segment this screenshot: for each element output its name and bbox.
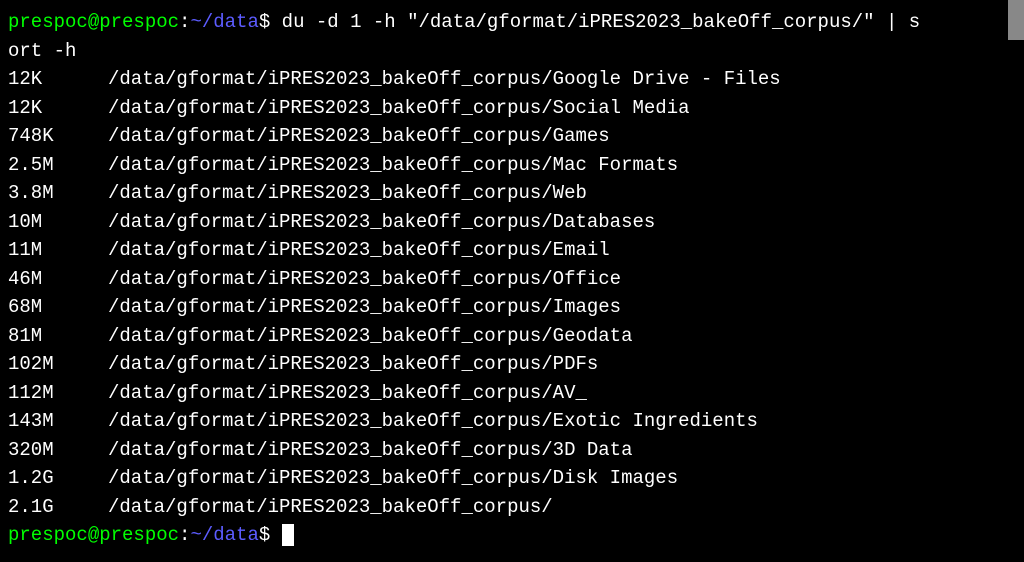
output-row: 102M/data/gformat/iPRES2023_bakeOff_corp… bbox=[8, 350, 1016, 379]
output-row: 3.8M/data/gformat/iPRES2023_bakeOff_corp… bbox=[8, 179, 1016, 208]
output-size: 10M bbox=[8, 208, 108, 237]
output-row: 11M/data/gformat/iPRES2023_bakeOff_corpu… bbox=[8, 236, 1016, 265]
output-row: 112M/data/gformat/iPRES2023_bakeOff_corp… bbox=[8, 379, 1016, 408]
terminal[interactable]: prespoc@prespoc:~/data$ du -d 1 -h "/dat… bbox=[8, 8, 1016, 554]
output-size: 81M bbox=[8, 322, 108, 351]
prompt-user-host: prespoc@prespoc bbox=[8, 11, 179, 33]
output-path: /data/gformat/iPRES2023_bakeOff_corpus/A… bbox=[108, 382, 587, 404]
output-row: 320M/data/gformat/iPRES2023_bakeOff_corp… bbox=[8, 436, 1016, 465]
output-path: /data/gformat/iPRES2023_bakeOff_corpus/E… bbox=[108, 239, 610, 261]
prompt-line-2: prespoc@prespoc:~/data$ bbox=[8, 521, 1016, 550]
output-path: /data/gformat/iPRES2023_bakeOff_corpus/E… bbox=[108, 410, 758, 432]
output-path: /data/gformat/iPRES2023_bakeOff_corpus/M… bbox=[108, 154, 678, 176]
output-row: 2.1G/data/gformat/iPRES2023_bakeOff_corp… bbox=[8, 493, 1016, 522]
output-row: 748K/data/gformat/iPRES2023_bakeOff_corp… bbox=[8, 122, 1016, 151]
output-row: 10M/data/gformat/iPRES2023_bakeOff_corpu… bbox=[8, 208, 1016, 237]
output-row: 143M/data/gformat/iPRES2023_bakeOff_corp… bbox=[8, 407, 1016, 436]
output-size: 2.5M bbox=[8, 151, 108, 180]
output-path: /data/gformat/iPRES2023_bakeOff_corpus/G… bbox=[108, 325, 633, 347]
output-path: /data/gformat/iPRES2023_bakeOff_corpus/I… bbox=[108, 296, 621, 318]
output-row: 46M/data/gformat/iPRES2023_bakeOff_corpu… bbox=[8, 265, 1016, 294]
command-line-2: ort -h bbox=[8, 37, 1016, 66]
output-path: /data/gformat/iPRES2023_bakeOff_corpus/O… bbox=[108, 268, 621, 290]
prompt-user-host-2: prespoc@prespoc bbox=[8, 524, 179, 546]
output-path: /data/gformat/iPRES2023_bakeOff_corpus/P… bbox=[108, 353, 598, 375]
output-size: 102M bbox=[8, 350, 108, 379]
output-path: /data/gformat/iPRES2023_bakeOff_corpus/D… bbox=[108, 211, 655, 233]
output-size: 112M bbox=[8, 379, 108, 408]
prompt-symbol-2: $ bbox=[259, 524, 270, 546]
prompt-space bbox=[270, 524, 281, 546]
command-line-1: prespoc@prespoc:~/data$ du -d 1 -h "/dat… bbox=[8, 8, 1016, 37]
output-row: 81M/data/gformat/iPRES2023_bakeOff_corpu… bbox=[8, 322, 1016, 351]
output-path: /data/gformat/iPRES2023_bakeOff_corpus/S… bbox=[108, 97, 690, 119]
output-path: /data/gformat/iPRES2023_bakeOff_corpus/ bbox=[108, 496, 553, 518]
cursor bbox=[282, 524, 294, 546]
output-size: 11M bbox=[8, 236, 108, 265]
output-size: 46M bbox=[8, 265, 108, 294]
prompt-separator-2: : bbox=[179, 524, 190, 546]
output-row: 68M/data/gformat/iPRES2023_bakeOff_corpu… bbox=[8, 293, 1016, 322]
output-size: 3.8M bbox=[8, 179, 108, 208]
output-size: 12K bbox=[8, 65, 108, 94]
output-size: 143M bbox=[8, 407, 108, 436]
prompt-symbol: $ bbox=[259, 11, 270, 33]
output-path: /data/gformat/iPRES2023_bakeOff_corpus/G… bbox=[108, 68, 781, 90]
prompt-separator: : bbox=[179, 11, 190, 33]
output-row: 12K/data/gformat/iPRES2023_bakeOff_corpu… bbox=[8, 94, 1016, 123]
output-size: 748K bbox=[8, 122, 108, 151]
command-part1: du -d 1 -h "/data/gformat/iPRES2023_bake… bbox=[282, 11, 921, 33]
output-path: /data/gformat/iPRES2023_bakeOff_corpus/G… bbox=[108, 125, 610, 147]
output-size: 320M bbox=[8, 436, 108, 465]
output-row: 12K/data/gformat/iPRES2023_bakeOff_corpu… bbox=[8, 65, 1016, 94]
output-row: 2.5M/data/gformat/iPRES2023_bakeOff_corp… bbox=[8, 151, 1016, 180]
prompt-path: ~/data bbox=[190, 11, 258, 33]
command-text: du -d 1 -h "/data/gformat/iPRES2023_bake… bbox=[270, 11, 920, 33]
prompt-path-2: ~/data bbox=[190, 524, 258, 546]
output-row: 1.2G/data/gformat/iPRES2023_bakeOff_corp… bbox=[8, 464, 1016, 493]
output-size: 2.1G bbox=[8, 493, 108, 522]
output-container: 12K/data/gformat/iPRES2023_bakeOff_corpu… bbox=[8, 65, 1016, 521]
output-size: 1.2G bbox=[8, 464, 108, 493]
output-path: /data/gformat/iPRES2023_bakeOff_corpus/D… bbox=[108, 467, 678, 489]
output-size: 68M bbox=[8, 293, 108, 322]
output-path: /data/gformat/iPRES2023_bakeOff_corpus/W… bbox=[108, 182, 587, 204]
scrollbar[interactable] bbox=[1008, 0, 1024, 40]
output-path: /data/gformat/iPRES2023_bakeOff_corpus/3… bbox=[108, 439, 633, 461]
output-size: 12K bbox=[8, 94, 108, 123]
